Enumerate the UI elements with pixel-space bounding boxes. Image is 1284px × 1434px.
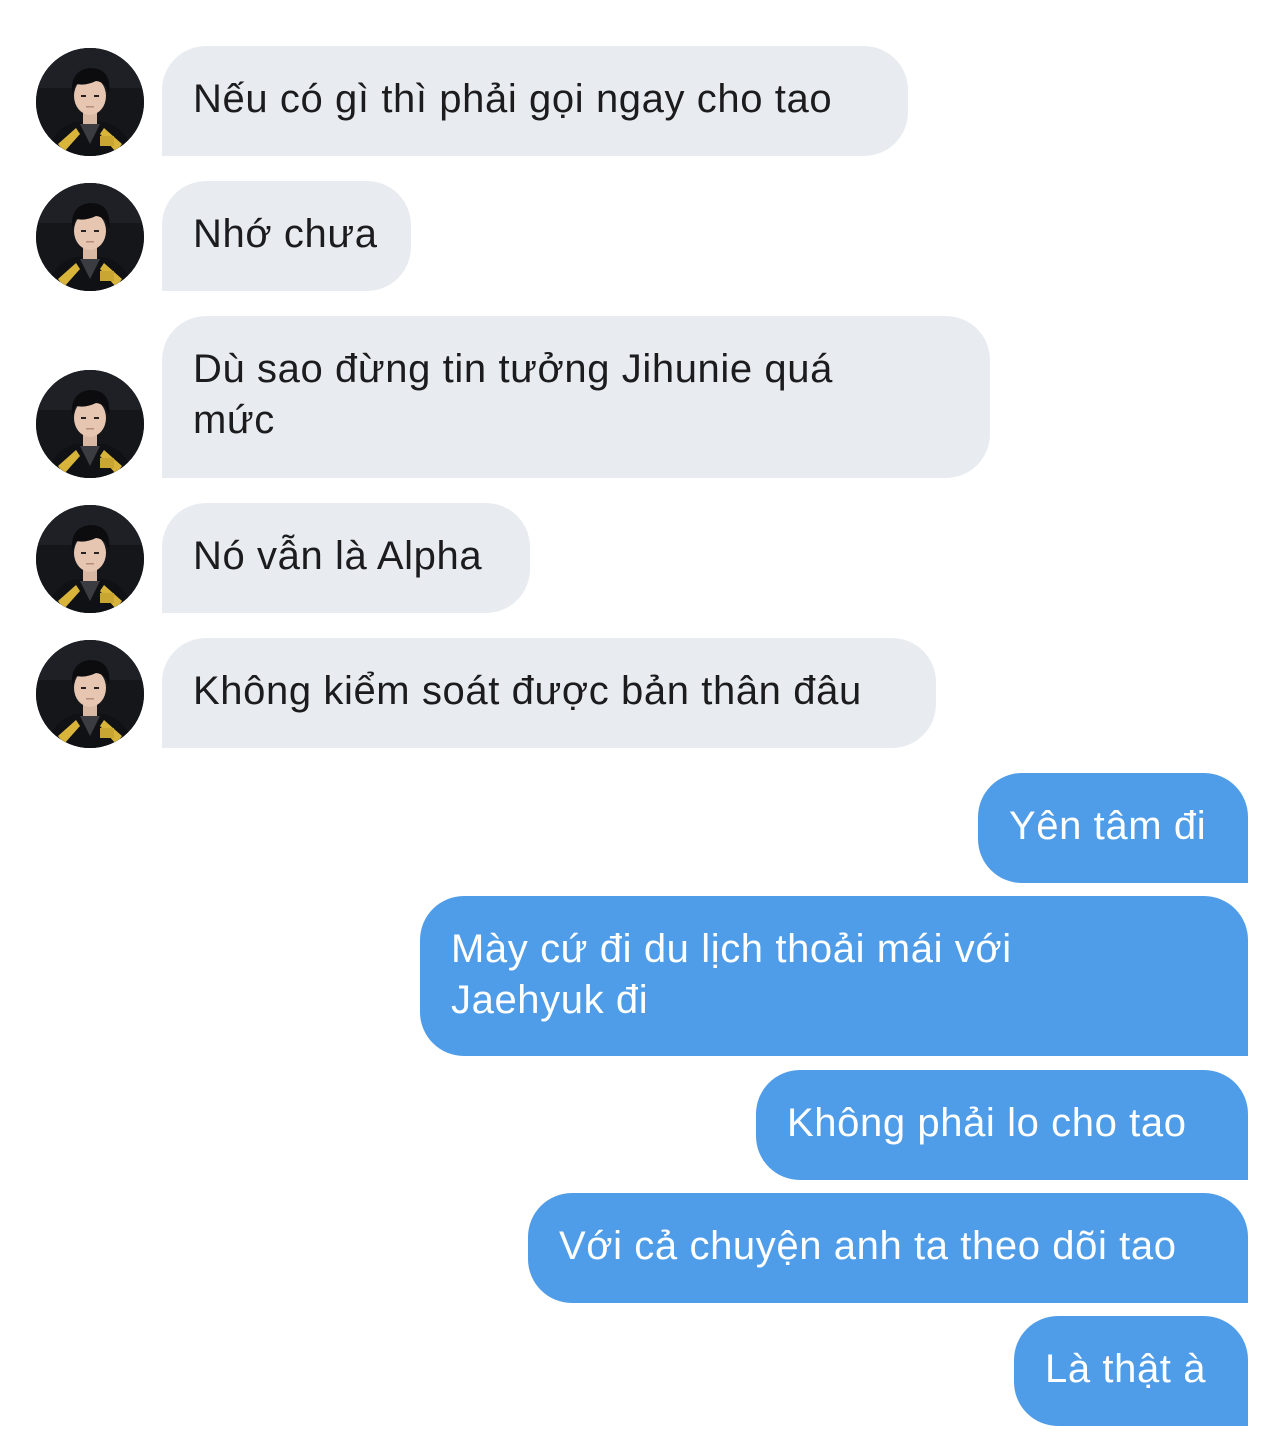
contact-avatar-photo-icon [36, 640, 144, 748]
incoming-message[interactable]: Nó vẫn là Alpha [162, 503, 530, 613]
contact-avatar[interactable] [36, 640, 144, 748]
message-text: Với cả chuyện anh ta theo dõi tao [559, 1224, 1177, 1268]
message-text: Không kiểm soát được bản thân đâu [193, 669, 862, 713]
outgoing-message[interactable]: Là thật à [1014, 1316, 1248, 1426]
outgoing-message[interactable]: Với cả chuyện anh ta theo dõi tao [528, 1193, 1248, 1303]
message-text: Không phải lo cho tao [787, 1101, 1187, 1145]
message-text: Nhớ chưa [193, 212, 378, 256]
message-text: Dù sao đừng tin tưởng Jihunie quá mức [193, 347, 833, 442]
outgoing-message[interactable]: Không phải lo cho tao [756, 1070, 1248, 1180]
incoming-message[interactable]: Không kiểm soát được bản thân đâu [162, 638, 936, 748]
contact-avatar[interactable] [36, 505, 144, 613]
message-text: Nó vẫn là Alpha [193, 534, 483, 578]
contact-avatar[interactable] [36, 370, 144, 478]
contact-avatar-photo-icon [36, 48, 144, 156]
outgoing-message[interactable]: Yên tâm đi [978, 773, 1248, 883]
contact-avatar-photo-icon [36, 183, 144, 291]
message-text: Là thật à [1045, 1347, 1207, 1391]
contact-avatar[interactable] [36, 48, 144, 156]
message-text: Mày cứ đi du lịch thoải mái với Jaehyuk … [451, 927, 1012, 1022]
message-text: Nếu có gì thì phải gọi ngay cho tao [193, 77, 833, 121]
incoming-message[interactable]: Dù sao đừng tin tưởng Jihunie quá mức [162, 316, 990, 478]
outgoing-message[interactable]: Mày cứ đi du lịch thoải mái với Jaehyuk … [420, 896, 1248, 1056]
incoming-message[interactable]: Nếu có gì thì phải gọi ngay cho tao [162, 46, 908, 156]
incoming-message[interactable]: Nhớ chưa [162, 181, 411, 291]
message-text: Yên tâm đi [1009, 804, 1207, 848]
contact-avatar-photo-icon [36, 370, 144, 478]
contact-avatar-photo-icon [36, 505, 144, 613]
contact-avatar[interactable] [36, 183, 144, 291]
